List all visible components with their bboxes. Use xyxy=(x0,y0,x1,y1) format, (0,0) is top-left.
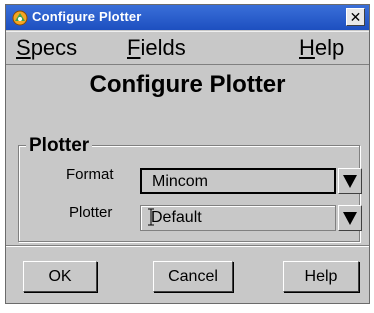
button-separator xyxy=(6,245,369,247)
app-icon xyxy=(12,10,28,26)
format-combobox[interactable]: Mincom xyxy=(140,168,336,194)
dialog-heading: Configure Plotter xyxy=(89,71,286,98)
dropdown-arrow-icon xyxy=(343,175,357,188)
help-button[interactable]: Help xyxy=(283,261,359,292)
close-button[interactable]: ✕ xyxy=(346,8,365,26)
cancel-button[interactable]: Cancel xyxy=(153,261,233,292)
plotter-dropdown-button[interactable] xyxy=(338,205,362,231)
plotter-group-title: Plotter xyxy=(26,135,93,157)
format-label: Format xyxy=(66,166,114,183)
menu-fields[interactable]: Fields xyxy=(127,35,186,61)
menu-specs-mnemonic: S xyxy=(16,35,31,60)
plotter-label: Plotter xyxy=(69,204,113,221)
menu-specs-label: pecs xyxy=(30,35,78,60)
format-value: Mincom xyxy=(152,173,209,190)
format-dropdown-button[interactable] xyxy=(338,168,362,194)
ok-button[interactable]: OK xyxy=(23,261,97,292)
text-cursor-icon xyxy=(148,208,154,226)
dropdown-arrow-icon xyxy=(343,212,357,225)
menu-help-mnemonic: H xyxy=(299,35,315,60)
menu-fields-label: ields xyxy=(140,35,186,60)
plotter-value: Default xyxy=(151,209,202,226)
menu-help[interactable]: Help xyxy=(299,35,344,61)
configure-plotter-dialog: Configure Plotter ✕ Specs Fields Help Co… xyxy=(5,4,370,304)
plotter-combobox[interactable]: Default xyxy=(140,205,336,231)
title-bar[interactable]: Configure Plotter ✕ xyxy=(6,5,369,30)
menu-specs[interactable]: Specs xyxy=(16,35,77,61)
menu-help-label: elp xyxy=(314,35,345,60)
close-icon: ✕ xyxy=(349,9,362,25)
menu-fields-mnemonic: F xyxy=(127,35,141,60)
window-title: Configure Plotter xyxy=(32,9,142,24)
menu-bar: Specs Fields Help xyxy=(6,31,369,65)
